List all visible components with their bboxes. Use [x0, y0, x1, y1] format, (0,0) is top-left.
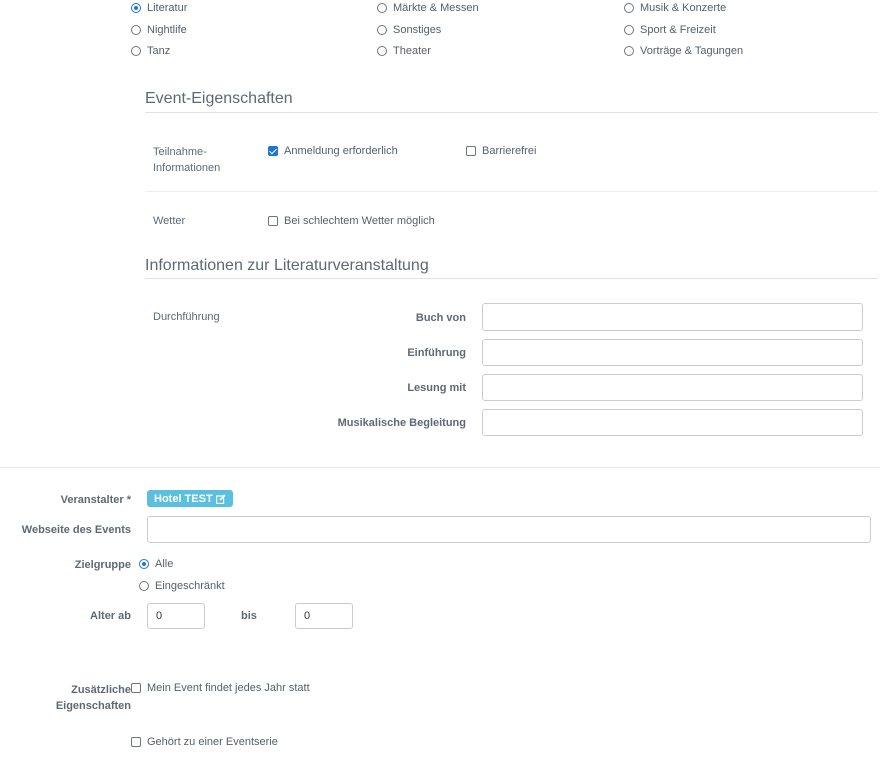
- category-label-nightlife: Nightlife: [147, 24, 187, 36]
- bis-value: 0: [304, 610, 311, 622]
- veranstalter-value: Hotel TEST: [154, 492, 213, 505]
- radio-tanz[interactable]: [131, 46, 141, 56]
- musikalische-begleitung-input[interactable]: [482, 409, 863, 436]
- jedes-jahr-checkbox-row[interactable]: Mein Event findet jedes Jahr statt: [131, 682, 310, 694]
- category-label-sonstiges: Sonstiges: [393, 24, 442, 36]
- durchfuehrung-label: Durchführung: [153, 311, 220, 323]
- edit-icon[interactable]: [215, 493, 226, 504]
- anmeldung-checkbox[interactable]: [268, 146, 278, 156]
- category-label-theater: Theater: [393, 45, 431, 57]
- radio-sonstiges[interactable]: [377, 25, 387, 35]
- eventserie-checkbox[interactable]: [131, 737, 141, 747]
- schlechtes-wetter-checkbox[interactable]: [268, 216, 278, 226]
- veranstalter-badge[interactable]: Hotel TEST: [147, 490, 233, 507]
- category-label-tanz: Tanz: [147, 45, 171, 57]
- schlechtes-wetter-checkbox-row[interactable]: Bei schlechtem Wetter möglich: [268, 215, 435, 227]
- jedes-jahr-label: Mein Event findet jedes Jahr statt: [147, 682, 310, 694]
- zielgruppe-eingeschraenkt-label: Eingeschränkt: [155, 580, 225, 592]
- teilnahme-label-line1: Teilnahme-: [153, 146, 207, 158]
- radio-literatur[interactable]: [131, 3, 141, 13]
- eventserie-checkbox-row[interactable]: Gehört zu einer Eventserie: [131, 736, 278, 748]
- category-radio-sonstiges[interactable]: Sonstiges: [377, 24, 441, 36]
- barrierefrei-checkbox-row[interactable]: Barrierefrei: [466, 145, 536, 157]
- teilnahme-label-line2: Informationen: [153, 162, 221, 174]
- zielgruppe-alle-row[interactable]: Alle: [139, 558, 173, 570]
- category-label-musik: Musik & Konzerte: [640, 2, 727, 14]
- zusaetzliche-label-line2: Eigenschaften: [55, 700, 131, 712]
- zusaetzliche-label: Zusätzliche Eigenschaften: [0, 682, 131, 714]
- section-title-literatur: Informationen zur Literaturveranstaltung: [145, 257, 429, 274]
- zielgruppe-alle-label: Alle: [155, 558, 174, 570]
- divider: [145, 112, 878, 113]
- zielgruppe-label: Zielgruppe: [74, 559, 131, 571]
- webseite-input[interactable]: [147, 516, 871, 543]
- webseite-label: Webseite des Events: [21, 524, 131, 536]
- eventserie-label: Gehört zu einer Eventserie: [147, 736, 278, 748]
- zielgruppe-alle-radio[interactable]: [139, 559, 149, 569]
- category-radio-theater[interactable]: Theater: [377, 45, 431, 57]
- zusaetzliche-label-line1: Zusätzliche: [71, 684, 131, 696]
- radio-vortraege[interactable]: [624, 46, 634, 56]
- jedes-jahr-checkbox[interactable]: [131, 683, 141, 693]
- category-label-literatur: Literatur: [147, 2, 188, 14]
- buch-von-input[interactable]: [482, 303, 863, 331]
- einfuehrung-label: Einführung: [407, 347, 466, 359]
- teilnahme-label: Teilnahme- Informationen: [153, 144, 220, 176]
- anmeldung-checkbox-row[interactable]: Anmeldung erforderlich: [268, 145, 398, 157]
- radio-musik[interactable]: [624, 3, 634, 13]
- radio-nightlife[interactable]: [131, 25, 141, 35]
- buch-von-label: Buch von: [415, 312, 466, 324]
- alter-ab-input[interactable]: 0: [147, 603, 205, 629]
- zielgruppe-eingeschraenkt-row[interactable]: Eingeschränkt: [139, 580, 225, 592]
- category-radio-nightlife[interactable]: Nightlife: [131, 24, 187, 36]
- category-radio-literatur[interactable]: Literatur: [131, 2, 187, 14]
- wetter-label: Wetter: [153, 215, 186, 227]
- section-title-event-eigenschaften: Event-Eigenschaften: [145, 90, 293, 107]
- alter-ab-value: 0: [156, 610, 163, 622]
- bis-input[interactable]: 0: [295, 603, 353, 629]
- divider: [0, 467, 880, 468]
- divider: [145, 191, 878, 192]
- barrierefrei-label: Barrierefrei: [482, 145, 537, 157]
- category-label-sport: Sport & Freizeit: [640, 24, 716, 36]
- category-radio-tanz[interactable]: Tanz: [131, 45, 170, 57]
- veranstalter-label: Veranstalter *: [60, 494, 131, 506]
- einfuehrung-input[interactable]: [482, 339, 863, 366]
- category-label-vortraege: Vorträge & Tagungen: [640, 45, 744, 57]
- category-radio-vortraege[interactable]: Vorträge & Tagungen: [624, 45, 743, 57]
- radio-sport[interactable]: [624, 25, 634, 35]
- radio-theater[interactable]: [377, 46, 387, 56]
- zielgruppe-eingeschraenkt-radio[interactable]: [139, 581, 149, 591]
- category-radio-maerkte[interactable]: Märkte & Messen: [377, 2, 479, 14]
- alter-ab-label: Alter ab: [90, 610, 131, 622]
- musikalische-begleitung-label: Musikalische Begleitung: [337, 417, 466, 429]
- barrierefrei-checkbox[interactable]: [466, 146, 476, 156]
- category-radio-sport[interactable]: Sport & Freizeit: [624, 24, 716, 36]
- divider: [145, 278, 878, 279]
- lesung-mit-label: Lesung mit: [407, 382, 466, 394]
- schlechtes-wetter-label: Bei schlechtem Wetter möglich: [284, 215, 435, 227]
- anmeldung-label: Anmeldung erforderlich: [284, 145, 398, 157]
- category-radio-musik[interactable]: Musik & Konzerte: [624, 2, 726, 14]
- radio-maerkte[interactable]: [377, 3, 387, 13]
- category-label-maerkte: Märkte & Messen: [393, 2, 479, 14]
- lesung-mit-input[interactable]: [482, 374, 863, 401]
- bis-label: bis: [241, 610, 257, 622]
